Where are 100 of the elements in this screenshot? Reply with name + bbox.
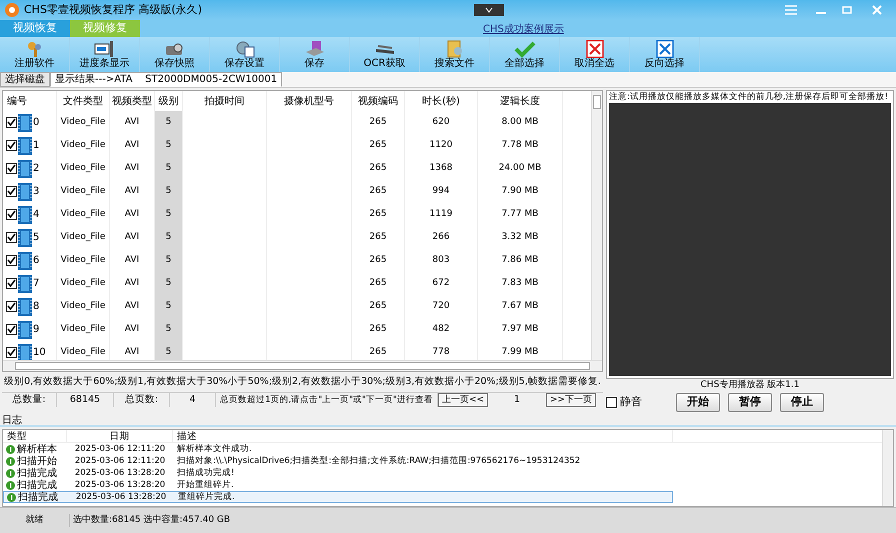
table-cell-text: 778: [432, 346, 450, 359]
check-icon: [514, 40, 536, 58]
table-cell-text: 265: [369, 346, 387, 359]
table-cell-text: 1119: [430, 208, 452, 221]
table-cell-text: 3: [33, 185, 40, 199]
info-icon: [6, 480, 15, 490]
monitor-icon: [94, 40, 116, 58]
log-type: 扫描完成: [18, 490, 58, 504]
table-cell-text: AVI: [124, 162, 140, 175]
mute-checkbox[interactable]: 静音: [606, 394, 642, 411]
checkbox[interactable]: [6, 324, 17, 335]
column-header[interactable]: 拍摄时间: [183, 91, 267, 111]
table-cell-text: 620: [432, 116, 450, 129]
log-date: 2025-03-06 12:11:20: [74, 454, 166, 468]
pages-label: 总页数:: [114, 393, 170, 407]
horizontal-scrollbar[interactable]: [3, 360, 602, 371]
player-caption: CHS专用播放器 版本1.1: [700, 379, 800, 391]
next-page-button[interactable]: >>下一页: [546, 393, 596, 407]
table-cell-text: AVI: [124, 254, 140, 267]
checkbox[interactable]: [6, 301, 17, 312]
table-cell-text: 7.97 MB: [502, 322, 538, 336]
column-header[interactable]: 类型: [3, 430, 67, 442]
log-row[interactable]: 扫描完成 2025-03-06 13:28:20 扫描成功完成!: [3, 467, 673, 479]
table-cell-text: Video_File: [60, 184, 106, 198]
table-cell-text: 5: [166, 322, 172, 336]
dropdown-toggle[interactable]: [474, 4, 504, 16]
log-row[interactable]: 解析样本 2025-03-06 12:11:20 解析样本文件成功.: [3, 443, 673, 455]
table-cell-text: 10: [33, 346, 46, 360]
column-header[interactable]: 视频编码: [352, 91, 405, 111]
total-label: 总数量:: [2, 393, 57, 407]
table-cell-text: Video_File: [60, 300, 106, 313]
table-cell-text: Video_File: [60, 254, 106, 267]
tab[interactable]: 显示结果--->ATA ST2000DM005-2CW10001: [50, 72, 282, 87]
table-cell-text: 5: [166, 208, 172, 221]
table-cell-text: AVI: [124, 346, 140, 359]
table-cell-text: Video_File: [60, 230, 106, 244]
log-description: 扫描对象:\\.\PhysicalDrive6;扫描类型:全部扫描;文件系统:RAW;扫描范围:976562176~1953124352: [176, 454, 582, 468]
table-cell-text: 7.78 MB: [502, 138, 538, 152]
film-icon: [18, 252, 32, 270]
log-row[interactable]: 扫描完成 2025-03-06 13:28:20 重组碎片完成.: [3, 491, 673, 503]
column-header[interactable]: 逻辑长度: [478, 91, 563, 111]
vertical-scrollbar[interactable]: [882, 430, 893, 506]
column-header[interactable]: 编号: [3, 91, 57, 111]
column-header[interactable]: 日期: [67, 430, 173, 442]
case-link[interactable]: CHS成功案例展示: [483, 22, 564, 37]
log-type: 扫描完成: [17, 466, 57, 480]
table-cell-text: 265: [369, 230, 387, 244]
table-cell-text: 5: [166, 346, 172, 359]
table-cell-text: 720: [432, 300, 450, 313]
table-cell-text: 0: [33, 116, 40, 130]
tab[interactable]: 选择磁盘: [0, 72, 50, 87]
film-icon: [18, 136, 32, 154]
table-cell-text: 5: [166, 184, 172, 198]
checkbox[interactable]: [6, 232, 17, 243]
total-count: 68145: [57, 393, 114, 407]
table-cell-text: 4: [33, 208, 40, 222]
table-cell-text: 24.00 MB: [498, 162, 542, 175]
player-button[interactable]: 开始: [676, 393, 720, 412]
table-cell-text: 7.90 MB: [502, 184, 538, 198]
table-cell-text: 803: [432, 254, 450, 267]
column-header[interactable]: 摄像机型号: [267, 91, 352, 111]
checkbox[interactable]: [6, 117, 17, 128]
film-icon: [18, 228, 32, 246]
table-cell-text: 482: [432, 322, 450, 336]
table-cell-text: 265: [369, 276, 387, 290]
table-cell-text: 5: [166, 116, 172, 129]
table-cell-text: 265: [369, 208, 387, 221]
page-count: 4: [170, 393, 216, 407]
checkbox[interactable]: [6, 140, 17, 151]
column-header[interactable]: 文件类型: [57, 91, 110, 111]
vertical-scrollbar[interactable]: [591, 91, 602, 360]
checkbox[interactable]: [6, 163, 17, 174]
film-icon: [18, 344, 32, 360]
table-cell-text: 6: [33, 254, 40, 268]
checkbox[interactable]: [606, 397, 617, 408]
info-icon: [6, 468, 15, 478]
invert-icon: [654, 40, 676, 58]
log-description: 重组碎片完成.: [177, 490, 236, 504]
log-row[interactable]: 扫描完成 2025-03-06 13:28:20 开始重组碎片.: [3, 479, 673, 491]
log-description: 扫描成功完成!: [176, 466, 236, 480]
table-cell-text: 672: [432, 276, 450, 290]
table-cell-text: AVI: [124, 116, 140, 129]
table-cell-text: Video_File: [60, 162, 106, 175]
checkbox[interactable]: [6, 255, 17, 266]
column-header[interactable]: 时长(秒): [405, 91, 478, 111]
player-button[interactable]: 暂停: [728, 393, 772, 412]
column-header[interactable]: 描述: [173, 430, 673, 442]
checkbox[interactable]: [6, 278, 17, 289]
chevron-icon: [485, 7, 493, 13]
checkbox[interactable]: [6, 209, 17, 220]
previous-page-button[interactable]: 上一页<<: [438, 393, 488, 407]
checkbox[interactable]: [6, 347, 17, 358]
checkbox[interactable]: [6, 186, 17, 197]
table-cell-text: 265: [369, 116, 387, 129]
player-button[interactable]: 停止: [780, 393, 824, 412]
table-cell-text: 265: [369, 322, 387, 336]
film-icon: [18, 320, 32, 338]
table-cell-text: 994: [432, 184, 450, 198]
log-row[interactable]: 扫描开始 2025-03-06 12:11:20 扫描对象:\\.\PhysicalDrive6;扫描类型:全部扫描;文件系统:RAW;扫描范围:976562176~1953124352: [3, 455, 673, 467]
column-header[interactable]: 视频类型: [110, 91, 155, 111]
